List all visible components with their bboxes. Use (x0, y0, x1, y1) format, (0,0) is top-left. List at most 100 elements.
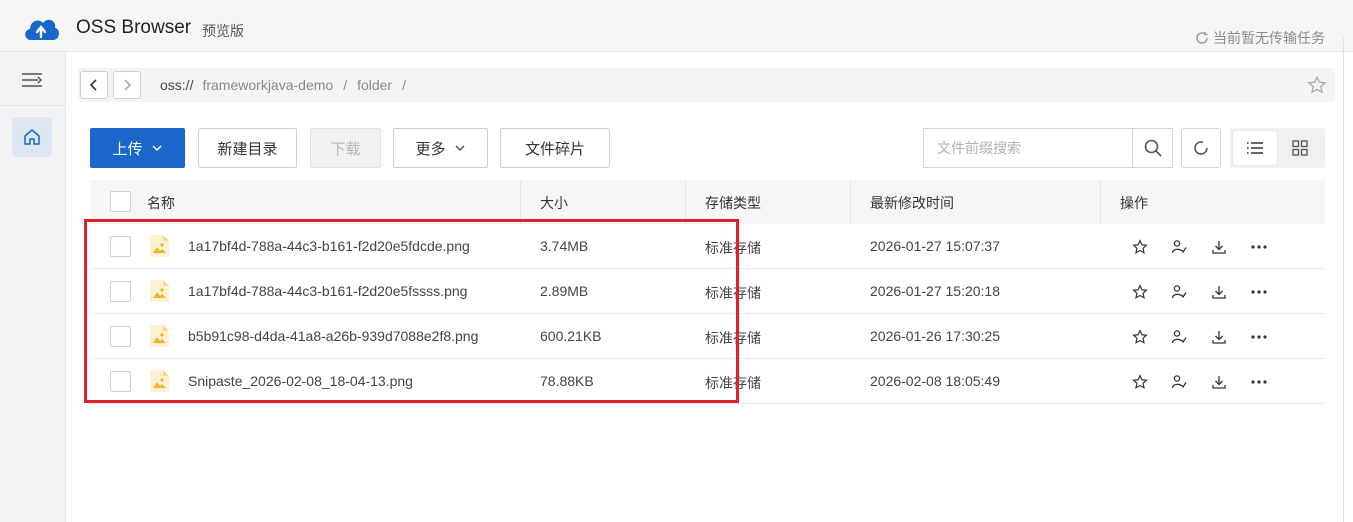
table-row[interactable]: b5b91c98-d4da-41a8-a26b-939d7088e2f8.png… (90, 314, 1325, 359)
forward-button[interactable] (113, 71, 141, 99)
search-icon (1144, 139, 1162, 157)
share-button[interactable] (1168, 236, 1190, 258)
image-file-icon (150, 325, 169, 347)
download-row-button[interactable] (1208, 281, 1230, 303)
share-button[interactable] (1168, 371, 1190, 393)
download-label: 下载 (330, 140, 361, 158)
file-name[interactable]: 1a17bf4d-788a-44c3-b161-f2d20e5fdcde.png (188, 238, 470, 254)
column-divider (850, 180, 851, 224)
column-header-name[interactable]: 名称 (147, 193, 175, 213)
favorite-button[interactable] (1129, 281, 1151, 303)
star-icon (1132, 284, 1148, 299)
file-name[interactable]: 1a17bf4d-788a-44c3-b161-f2d20e5fssss.png (188, 283, 467, 299)
user-share-icon (1171, 285, 1187, 299)
share-button[interactable] (1168, 281, 1190, 303)
favorite-button[interactable] (1129, 326, 1151, 348)
modified-time: 2026-01-26 17:30:25 (870, 328, 1000, 344)
new-directory-button[interactable]: 新建目录 (198, 128, 297, 168)
storage-class: 标准存储 (705, 330, 761, 346)
transfer-status[interactable]: 当前暂无传输任务 (1195, 28, 1325, 48)
column-header-size[interactable]: 大小 (540, 193, 568, 213)
row-checkbox[interactable] (110, 371, 131, 392)
column-header-storage[interactable]: 存储类型 (705, 193, 761, 213)
view-toggle (1230, 128, 1325, 168)
download-icon (1212, 331, 1226, 344)
download-button[interactable]: 下载 (310, 128, 381, 168)
more-actions-button[interactable] (1248, 236, 1270, 258)
download-row-button[interactable] (1208, 236, 1230, 258)
table-header: 名称 大小 存储类型 最新修改时间 操作 (90, 180, 1325, 224)
search-button[interactable] (1132, 129, 1172, 167)
menu-collapse-icon[interactable] (20, 70, 44, 90)
search-input[interactable] (924, 129, 1134, 167)
back-button[interactable] (80, 71, 108, 99)
path-segment[interactable]: frameworkjava-demo (202, 77, 333, 93)
breadcrumb: oss:// frameworkjava-demo / folder / (160, 77, 416, 93)
storage-class: 标准存储 (705, 240, 761, 256)
file-name[interactable]: Snipaste_2026-02-08_18-04-13.png (188, 373, 413, 389)
download-row-button[interactable] (1208, 371, 1230, 393)
favorite-button[interactable] (1129, 236, 1151, 258)
favorite-button[interactable] (1129, 371, 1151, 393)
table-row[interactable]: 1a17bf4d-788a-44c3-b161-f2d20e5fdcde.png… (90, 224, 1325, 269)
upload-label: 上传 (112, 140, 143, 158)
table-row[interactable]: Snipaste_2026-02-08_18-04-13.png 78.88KB… (90, 359, 1325, 404)
download-row-button[interactable] (1208, 326, 1230, 348)
file-fragments-label: 文件碎片 (524, 140, 585, 158)
more-label: 更多 (415, 140, 446, 158)
sync-icon (1196, 32, 1208, 44)
column-header-modified[interactable]: 最新修改时间 (870, 193, 954, 213)
upload-button[interactable]: 上传 (90, 128, 185, 168)
path-scheme: oss:// (160, 77, 194, 93)
sidebar-divider (0, 105, 65, 106)
modified-time: 2026-02-08 18:05:49 (870, 373, 1000, 389)
user-share-icon (1171, 375, 1187, 389)
title-bar: OSS Browser 预览版 当前暂无传输任务 (0, 0, 1353, 52)
storage-class: 标准存储 (705, 285, 761, 301)
download-icon (1212, 286, 1226, 299)
more-button[interactable]: 更多 (393, 128, 488, 168)
favorite-star-icon[interactable] (1307, 75, 1327, 95)
file-fragments-button[interactable]: 文件碎片 (500, 128, 610, 168)
more-actions-button[interactable] (1248, 281, 1270, 303)
refresh-icon (1194, 141, 1208, 155)
file-table: 名称 大小 存储类型 最新修改时间 操作 1a17bf4d-788a-44c3-… (90, 180, 1325, 404)
image-file-icon (150, 370, 169, 392)
transfer-status-text: 当前暂无传输任务 (1213, 30, 1325, 46)
select-all-checkbox[interactable] (110, 191, 131, 212)
table-row[interactable]: 1a17bf4d-788a-44c3-b161-f2d20e5fssss.png… (90, 269, 1325, 314)
path-separator: / (343, 77, 348, 93)
user-share-icon (1171, 330, 1187, 344)
sidebar-item-home[interactable] (12, 117, 52, 157)
grid-view-button[interactable] (1278, 131, 1322, 165)
refresh-button[interactable] (1181, 128, 1221, 168)
star-icon (1132, 374, 1148, 389)
image-file-icon (150, 280, 169, 302)
more-dots-icon (1251, 335, 1267, 339)
app-name: OSS Browser (76, 17, 192, 38)
sidebar (0, 52, 66, 522)
row-checkbox[interactable] (110, 281, 131, 302)
cloud-logo-icon (25, 19, 59, 40)
column-divider (685, 180, 686, 224)
divider (1343, 38, 1344, 522)
grid-icon (1292, 140, 1308, 156)
column-header-actions: 操作 (1120, 195, 1148, 211)
row-checkbox[interactable] (110, 326, 131, 347)
chevron-down-icon (151, 145, 162, 152)
file-size: 78.88KB (540, 373, 594, 389)
download-icon (1212, 241, 1226, 254)
share-button[interactable] (1168, 326, 1190, 348)
file-size: 600.21KB (540, 328, 602, 344)
new-directory-label: 新建目录 (217, 140, 278, 158)
path-segment[interactable]: folder (357, 77, 392, 93)
chevron-left-icon (89, 79, 97, 91)
list-view-button[interactable] (1233, 131, 1277, 165)
file-size: 2.89MB (540, 283, 589, 299)
column-divider (1100, 180, 1101, 224)
more-actions-button[interactable] (1248, 371, 1270, 393)
more-actions-button[interactable] (1248, 326, 1270, 348)
row-checkbox[interactable] (110, 236, 131, 257)
address-bar: oss:// frameworkjava-demo / folder / (78, 68, 1335, 102)
file-name[interactable]: b5b91c98-d4da-41a8-a26b-939d7088e2f8.png (188, 328, 478, 344)
